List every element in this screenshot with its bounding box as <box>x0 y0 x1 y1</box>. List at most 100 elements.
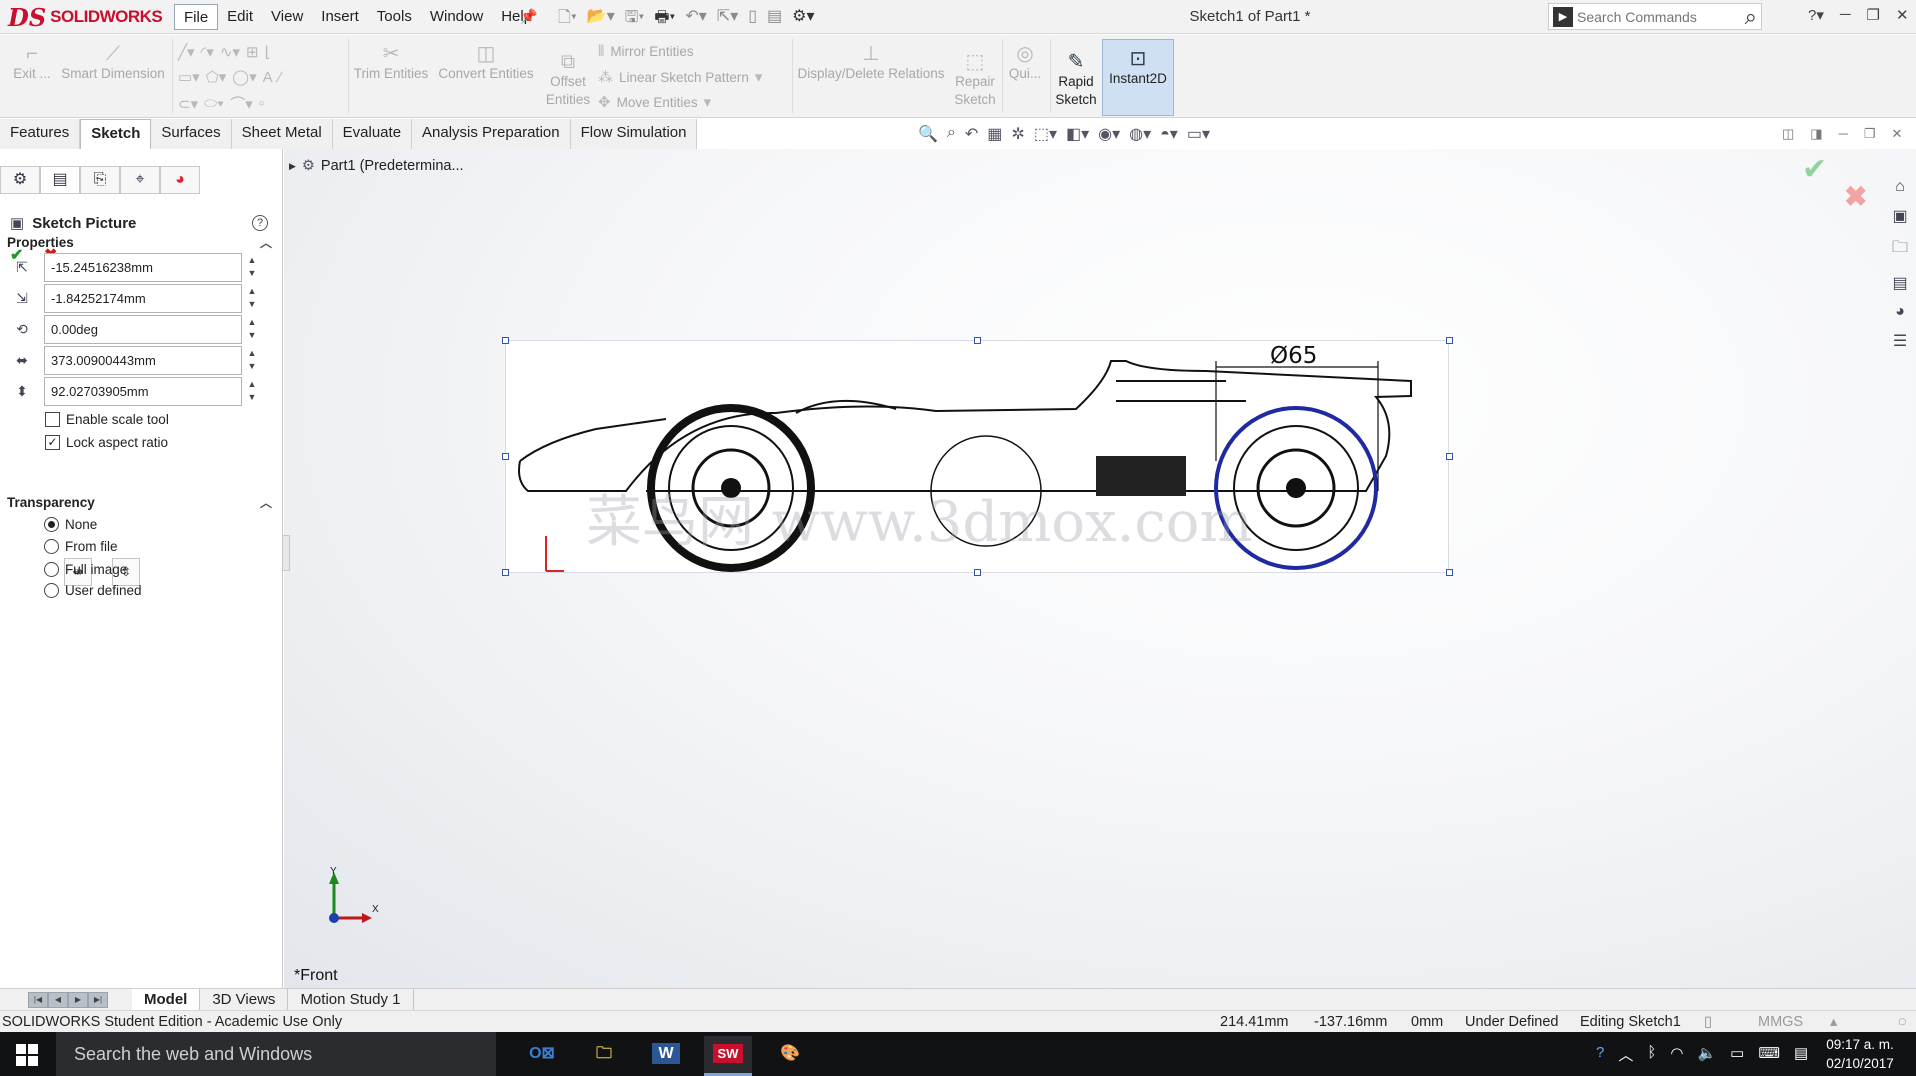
search-commands-box[interactable]: ▶ ⌕ <box>1548 3 1762 30</box>
menu-edit[interactable]: Edit <box>218 4 262 30</box>
menu-window[interactable]: Window <box>421 4 492 30</box>
resize-handle-right[interactable] <box>1446 453 1453 460</box>
resize-handle-top-left[interactable] <box>502 337 509 344</box>
tab-sketch[interactable]: Sketch <box>80 119 152 149</box>
new-document-icon[interactable]: 🗋▾ <box>558 6 577 33</box>
dimxpert-manager-tab[interactable]: ⌖ <box>120 166 160 194</box>
menu-file[interactable]: File <box>174 4 219 30</box>
zoom-to-area-icon[interactable]: ⌕ <box>947 124 956 144</box>
height-spinner[interactable]: ▲ ▼ <box>246 378 258 404</box>
resize-handle-top-right[interactable] <box>1446 337 1453 344</box>
select-icon[interactable]: ⇱▾ <box>717 6 738 33</box>
resize-handle-top[interactable] <box>974 337 981 344</box>
trim-entities-button[interactable]: ✂ Trim Entities <box>352 41 430 83</box>
circle-icon[interactable]: ◯▾ <box>232 68 256 86</box>
first-tab-arrow-icon[interactable]: |◀ <box>28 991 48 1008</box>
properties-section-header[interactable]: Properties ︿ <box>0 231 282 255</box>
resize-handle-left[interactable] <box>502 453 509 460</box>
battery-icon[interactable]: ▭ <box>1730 1044 1744 1065</box>
polygon-icon[interactable]: ⬠▾ <box>206 68 227 86</box>
transparency-full-image-radio[interactable]: Full image <box>44 562 127 577</box>
radio-unselected[interactable] <box>44 539 59 554</box>
collapse-chevron-icon[interactable]: ︿ <box>260 231 272 255</box>
dynamic-annotation-icon[interactable]: ✲ <box>1011 124 1024 144</box>
move-entities-button[interactable]: ✥ Move Entities ▾ <box>598 93 711 111</box>
angle-spinner[interactable]: ▲ ▼ <box>246 316 258 342</box>
menu-insert[interactable]: Insert <box>312 4 368 30</box>
print-icon[interactable]: 🖶▾ <box>654 6 675 33</box>
x-position-field[interactable] <box>44 253 242 282</box>
mirror-entities-button[interactable]: ⫴ Mirror Entities <box>598 43 694 60</box>
confirm-corner-accept-icon[interactable]: ✔ <box>1802 152 1827 187</box>
previous-view-icon[interactable]: ↶ <box>965 124 978 144</box>
radio-unselected[interactable] <box>44 562 59 577</box>
units-selector[interactable]: MMGS <box>1758 1014 1803 1030</box>
wifi-icon[interactable]: ◠ <box>1670 1044 1683 1065</box>
action-center-icon[interactable]: ▤ <box>1794 1044 1808 1065</box>
ellipse-icon[interactable]: ⬭▾ <box>204 95 224 112</box>
arc-icon[interactable]: ◜▾ <box>201 43 214 61</box>
help-icon[interactable]: ?▾ <box>1808 6 1824 24</box>
display-style-icon[interactable]: ◧▾ <box>1066 124 1089 144</box>
windows-start-icon[interactable] <box>16 1044 38 1066</box>
rapid-sketch-button[interactable]: ✎ Rapid Sketch <box>1052 49 1100 109</box>
apply-scene-icon[interactable]: ◓▾ <box>1160 124 1178 144</box>
configuration-manager-tab[interactable]: ⎘ <box>80 166 120 194</box>
menu-tools[interactable]: Tools <box>368 4 421 30</box>
line-icon[interactable]: ╱▾ <box>178 43 195 61</box>
slot-icon[interactable]: ⊂▾ <box>178 95 198 113</box>
rectangle-icon[interactable]: ▭▾ <box>178 68 200 86</box>
last-tab-arrow-icon[interactable]: ▶| <box>88 991 108 1008</box>
tab-surfaces[interactable]: Surfaces <box>151 119 232 149</box>
expand-triangle-icon[interactable]: ▶ <box>289 161 296 172</box>
view-settings-icon[interactable]: ▭▾ <box>1187 124 1210 144</box>
solidworks-taskbar-icon[interactable]: SW <box>704 1036 752 1076</box>
zoom-to-fit-icon[interactable]: 🔍 <box>918 124 938 144</box>
paint-taskbar-icon[interactable]: 🎨 <box>766 1036 814 1076</box>
transparency-none-radio[interactable]: None <box>44 517 97 532</box>
checkbox-box-checked[interactable]: ✓ <box>45 435 60 450</box>
edit-appearance-icon[interactable]: ◍▾ <box>1129 124 1151 144</box>
outlook-taskbar-icon[interactable]: O⊠ <box>518 1036 566 1076</box>
tab-evaluate[interactable]: Evaluate <box>332 119 413 149</box>
enable-scale-tool-checkbox[interactable]: Enable scale tool <box>45 412 169 427</box>
help-tray-icon[interactable]: ? <box>1596 1044 1604 1065</box>
file-explorer-icon[interactable]: 🗀 <box>1892 236 1908 263</box>
display-manager-tab[interactable]: ◕ <box>160 166 200 194</box>
split-left-icon[interactable]: ◫ <box>1782 126 1794 142</box>
appearances-icon[interactable]: ◕ <box>1895 303 1905 321</box>
volume-icon[interactable]: 🔈 <box>1697 1044 1716 1065</box>
width-field[interactable] <box>44 346 242 375</box>
quick-snaps-button[interactable]: ◎ Qui... <box>1006 41 1044 83</box>
pin-menu-icon[interactable]: 📌 <box>520 8 537 25</box>
viewport-minimize-icon[interactable]: ─ <box>1839 126 1848 142</box>
collapse-chevron-icon[interactable]: ︿ <box>260 491 272 515</box>
design-library-icon[interactable]: ▣ <box>1892 206 1907 226</box>
resize-handle-bottom[interactable] <box>974 569 981 576</box>
feature-tree-flyout[interactable]: ▶ ⚙ Part1 (Predetermina... <box>289 158 464 174</box>
point-icon[interactable]: ∕ <box>279 69 282 86</box>
tab-3d-views[interactable]: 3D Views <box>200 988 289 1011</box>
lock-aspect-ratio-checkbox[interactable]: ✓ Lock aspect ratio <box>45 435 168 450</box>
repair-sketch-button[interactable]: ⬚ Repair Sketch <box>950 49 1000 109</box>
bluetooth-icon[interactable]: ᛒ <box>1647 1044 1656 1065</box>
angle-field[interactable] <box>44 315 242 344</box>
home-icon[interactable]: ⌂ <box>1895 178 1905 196</box>
resize-handle-bottom-right[interactable] <box>1446 569 1453 576</box>
sketch-fillet-icon[interactable]: ⊞ <box>246 43 259 61</box>
word-taskbar-icon[interactable]: W <box>642 1036 690 1076</box>
restore-icon[interactable]: ❐ <box>1867 6 1880 24</box>
menu-view[interactable]: View <box>262 4 312 30</box>
close-icon[interactable]: ✕ <box>1896 6 1909 24</box>
transparency-section-header[interactable]: Transparency ︿ <box>0 491 282 515</box>
sketch-picture[interactable]: 菜鸟网 www.3dmox.com <box>505 340 1449 573</box>
width-spinner[interactable]: ▲ ▼ <box>246 347 258 373</box>
text-icon[interactable]: A <box>263 69 273 86</box>
height-field[interactable] <box>44 377 242 406</box>
tab-motion-study[interactable]: Motion Study 1 <box>288 988 414 1011</box>
units-chevron-icon[interactable]: ▴ <box>1830 1014 1837 1030</box>
tab-flow-simulation[interactable]: Flow Simulation <box>570 119 698 149</box>
feature-manager-tab[interactable]: ⚙ <box>0 166 40 194</box>
search-icon[interactable]: ⌕ <box>1745 4 1757 30</box>
resize-handle-bottom-left[interactable] <box>502 569 509 576</box>
